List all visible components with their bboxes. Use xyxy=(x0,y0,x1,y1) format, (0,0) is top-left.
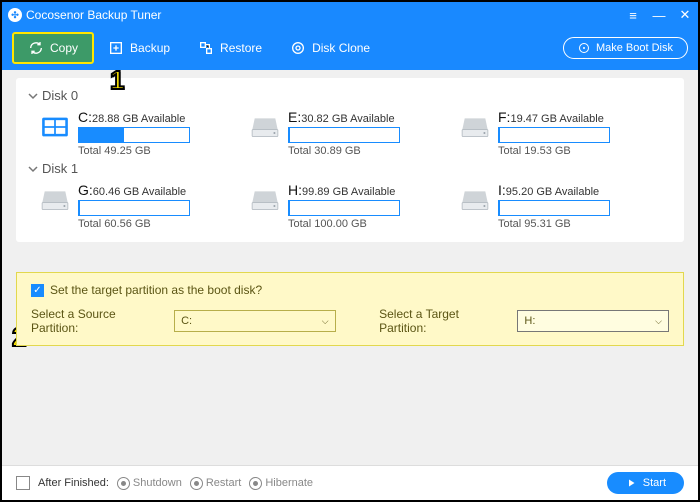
usage-bar xyxy=(498,127,610,143)
chevron-down-icon xyxy=(28,91,38,101)
partition-row: C:28.88 GB Available Total 49.25 GB E:30.8… xyxy=(40,109,668,157)
close-button[interactable]: ✕ xyxy=(678,8,692,22)
usage-bar xyxy=(288,127,400,143)
partition-letter: H:99.89 GB Available xyxy=(288,182,400,198)
partition-total: Total 19.53 GB xyxy=(498,145,610,157)
nav-restore[interactable]: Restore xyxy=(184,34,276,62)
disc-icon xyxy=(578,42,590,54)
start-label: Start xyxy=(643,477,666,489)
nav-diskclone[interactable]: Disk Clone xyxy=(276,34,384,62)
after-finished-checkbox[interactable] xyxy=(16,476,30,490)
partition-item[interactable]: H:99.89 GB Available Total 100.00 GB xyxy=(250,182,420,230)
radio-shutdown[interactable]: Shutdown xyxy=(117,477,182,490)
drive-icon xyxy=(40,188,70,212)
source-label: Select a Source Partition: xyxy=(31,307,164,335)
partition-letter: G:60.46 GB Available xyxy=(78,182,190,198)
partition-total: Total 30.89 GB xyxy=(288,145,400,157)
partition-item[interactable]: C:28.88 GB Available Total 49.25 GB xyxy=(40,109,210,157)
drive-icon xyxy=(460,188,490,212)
radio-hibernate[interactable]: Hibernate xyxy=(249,477,313,490)
partition-total: Total 95.31 GB xyxy=(498,218,610,230)
app-logo-icon: ✣ xyxy=(8,8,22,22)
partition-letter: I:95.20 GB Available xyxy=(498,182,610,198)
partition-letter: F:19.47 GB Available xyxy=(498,109,610,125)
partition-item[interactable]: E:30.82 GB Available Total 30.89 GB xyxy=(250,109,420,157)
config-box: ✓ Set the target partition as the boot d… xyxy=(16,272,684,346)
nav-copy-label: Copy xyxy=(50,41,78,55)
radio-restart[interactable]: Restart xyxy=(190,477,241,490)
restore-icon xyxy=(198,40,214,56)
after-finished-label: After Finished: xyxy=(38,477,109,489)
partition-item[interactable]: F:19.47 GB Available Total 19.53 GB xyxy=(460,109,630,157)
chevron-down-icon: ⌵ xyxy=(322,316,329,327)
minimize-button[interactable]: — xyxy=(652,8,666,22)
annotation-1: 1 xyxy=(110,70,124,96)
sync-icon xyxy=(28,40,44,56)
nav-row: Copy Backup Restore Disk Clone Make Boot… xyxy=(2,26,698,70)
drive-icon xyxy=(250,115,280,139)
start-button[interactable]: Start xyxy=(607,472,684,494)
disk-header[interactable]: Disk 1 xyxy=(28,161,668,176)
source-partition-select[interactable]: C: ⌵ xyxy=(174,310,335,332)
drive-icon xyxy=(250,188,280,212)
partition-total: Total 49.25 GB xyxy=(78,145,190,157)
usage-bar xyxy=(288,200,400,216)
main-body: 1 Disk 0C:28.88 GB AvailableTotal 49.25 … xyxy=(2,70,698,465)
boot-question-label: Set the target partition as the boot dis… xyxy=(50,283,262,297)
nav-backup[interactable]: Backup xyxy=(94,34,184,62)
chevron-down-icon xyxy=(28,164,38,174)
menu-icon[interactable]: ≡ xyxy=(626,8,640,22)
clone-icon xyxy=(290,40,306,56)
partition-letter: C:28.88 GB Available xyxy=(78,109,190,125)
app-title: Cocosenor Backup Tuner xyxy=(26,8,626,22)
usage-bar xyxy=(498,200,610,216)
partition-item[interactable]: G:60.46 GB Available Total 60.56 GB xyxy=(40,182,210,230)
usage-bar xyxy=(78,200,190,216)
partition-letter: E:30.82 GB Available xyxy=(288,109,400,125)
nav-copy[interactable]: Copy xyxy=(12,32,94,64)
partition-row: G:60.46 GB Available Total 60.56 GB H:99.8… xyxy=(40,182,668,230)
partition-item[interactable]: I:95.20 GB Available Total 95.31 GB xyxy=(460,182,630,230)
drive-icon xyxy=(460,115,490,139)
source-value: C: xyxy=(181,315,192,327)
nav-restore-label: Restore xyxy=(220,41,262,55)
boot-disk-label: Make Boot Disk xyxy=(596,42,673,54)
windows-drive-icon xyxy=(40,115,70,139)
disk-panel: Disk 0C:28.88 GB AvailableTotal 49.25 GB… xyxy=(16,78,684,242)
usage-bar xyxy=(78,127,190,143)
target-value: H: xyxy=(524,315,535,327)
partition-total: Total 100.00 GB xyxy=(288,218,400,230)
nav-backup-label: Backup xyxy=(130,41,170,55)
make-boot-disk-button[interactable]: Make Boot Disk xyxy=(563,37,688,59)
boot-checkbox[interactable]: ✓ xyxy=(31,284,44,297)
app-header: ✣ Cocosenor Backup Tuner ≡ — ✕ Copy Back… xyxy=(2,2,698,70)
nav-diskclone-label: Disk Clone xyxy=(312,41,370,55)
titlebar: ✣ Cocosenor Backup Tuner ≡ — ✕ xyxy=(2,2,698,26)
play-icon xyxy=(625,477,637,489)
footer: After Finished: Shutdown Restart Hiberna… xyxy=(2,465,698,500)
target-partition-select[interactable]: H: ⌵ xyxy=(517,310,669,332)
backup-icon xyxy=(108,40,124,56)
target-label: Select a Target Partition: xyxy=(379,307,507,335)
chevron-down-icon: ⌵ xyxy=(655,316,662,327)
partition-total: Total 60.56 GB xyxy=(78,218,190,230)
